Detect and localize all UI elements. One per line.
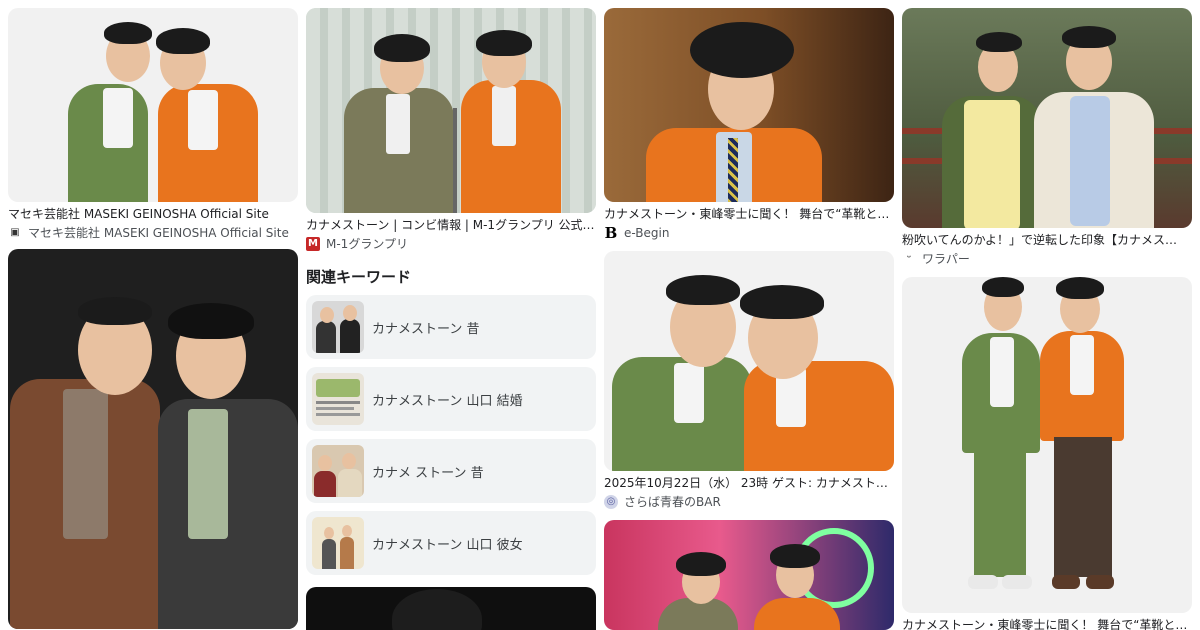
results-column-2: カナメストーン | コンビ情報 | M-1グランプリ 公式… M M-1グランプ… xyxy=(306,8,596,630)
result-source-label: e-Begin xyxy=(624,226,670,240)
keyword-label: カナメストーン 山口 彼女 xyxy=(372,537,523,553)
result-image[interactable] xyxy=(8,8,298,202)
result-caption[interactable]: 粉吹いてんのかよ！」で逆転した印象【カナメス… xyxy=(902,232,1192,248)
result-caption[interactable]: カナメストーン・東峰零士に聞く！ 舞台で“革靴と… xyxy=(604,206,894,222)
result-source[interactable]: M M-1グランプリ xyxy=(306,236,596,252)
image-result[interactable]: マセキ芸能社 MASEKI GEINOSHA Official Site ▣ マ… xyxy=(8,8,298,241)
keyword-thumbnail xyxy=(312,373,364,425)
result-image[interactable] xyxy=(306,8,596,213)
results-column-4: 粉吹いてんのかよ！」で逆転した印象【カナメス… ᵕ ワラパー カナメストーン・東… xyxy=(902,8,1192,630)
keyword-thumbnail xyxy=(312,445,364,497)
keyword-label: カナメストーン 昔 xyxy=(372,321,480,337)
result-source-label: ワラパー xyxy=(922,252,970,266)
result-image[interactable] xyxy=(604,8,894,202)
result-image[interactable] xyxy=(902,8,1192,228)
keyword-thumbnail xyxy=(312,517,364,569)
result-caption[interactable]: 2025年10月22日（水） 23時 ゲスト: カナメストー… xyxy=(604,475,894,491)
keyword-label: カナメ ストーン 昔 xyxy=(372,465,484,481)
result-source[interactable]: ᵕ ワラパー xyxy=(902,251,1192,267)
bar-favicon-icon: ◎ xyxy=(604,495,618,509)
image-result[interactable]: カナメストーン | コンビ情報 | M-1グランプリ 公式… M M-1グランプ… xyxy=(306,8,596,252)
result-source[interactable]: B e-Begin xyxy=(604,225,894,241)
site-favicon-icon: ▣ xyxy=(10,227,20,238)
image-result[interactable] xyxy=(306,587,596,630)
results-column-1: マセキ芸能社 MASEKI GEINOSHA Official Site ▣ マ… xyxy=(8,8,298,629)
result-image[interactable] xyxy=(604,251,894,471)
related-keyword-chip[interactable]: カナメ ストーン 昔 xyxy=(306,439,596,503)
related-keyword-chip[interactable]: カナメストーン 山口 結婚 xyxy=(306,367,596,431)
image-result[interactable]: カナメストーン・東峰零士に聞く！ 舞台で“革靴と… xyxy=(902,277,1192,630)
image-result[interactable] xyxy=(604,520,894,630)
result-image[interactable] xyxy=(8,249,298,629)
warapa-favicon-icon: ᵕ xyxy=(906,253,912,264)
m1-favicon-icon: M xyxy=(306,237,320,251)
related-keyword-chip[interactable]: カナメストーン 山口 彼女 xyxy=(306,511,596,575)
result-source-label: M-1グランプリ xyxy=(326,237,408,251)
result-image[interactable] xyxy=(306,587,596,630)
result-source[interactable]: ▣ マセキ芸能社 MASEKI GEINOSHA Official Site xyxy=(8,225,298,241)
image-result[interactable]: カナメストーン・東峰零士に聞く！ 舞台で“革靴と… B e-Begin xyxy=(604,8,894,241)
keyword-label: カナメストーン 山口 結婚 xyxy=(372,393,523,409)
result-source-label: さらば青春のBAR xyxy=(624,495,721,509)
related-keyword-chip[interactable]: カナメストーン 昔 xyxy=(306,295,596,359)
related-keywords-heading: 関連キーワード xyxy=(306,268,412,286)
image-result[interactable]: 粉吹いてんのかよ！」で逆転した印象【カナメス… ᵕ ワラパー xyxy=(902,8,1192,267)
image-result[interactable] xyxy=(8,249,298,629)
result-caption[interactable]: カナメストーン・東峰零士に聞く！ 舞台で“革靴と… xyxy=(902,617,1192,630)
result-caption[interactable]: マセキ芸能社 MASEKI GEINOSHA Official Site xyxy=(8,206,298,222)
result-image[interactable] xyxy=(902,277,1192,613)
keyword-thumbnail xyxy=(312,301,364,353)
begin-favicon-icon: B xyxy=(604,225,618,241)
results-column-3: カナメストーン・東峰零士に聞く！ 舞台で“革靴と… B e-Begin 2025… xyxy=(604,8,894,630)
result-caption[interactable]: カナメストーン | コンビ情報 | M-1グランプリ 公式… xyxy=(306,217,596,233)
result-image[interactable] xyxy=(604,520,894,630)
result-source[interactable]: ◎ さらば青春のBAR xyxy=(604,494,894,510)
result-source-label: マセキ芸能社 MASEKI GEINOSHA Official Site xyxy=(28,226,289,240)
image-result[interactable]: 2025年10月22日（水） 23時 ゲスト: カナメストー… ◎ さらば青春の… xyxy=(604,251,894,510)
